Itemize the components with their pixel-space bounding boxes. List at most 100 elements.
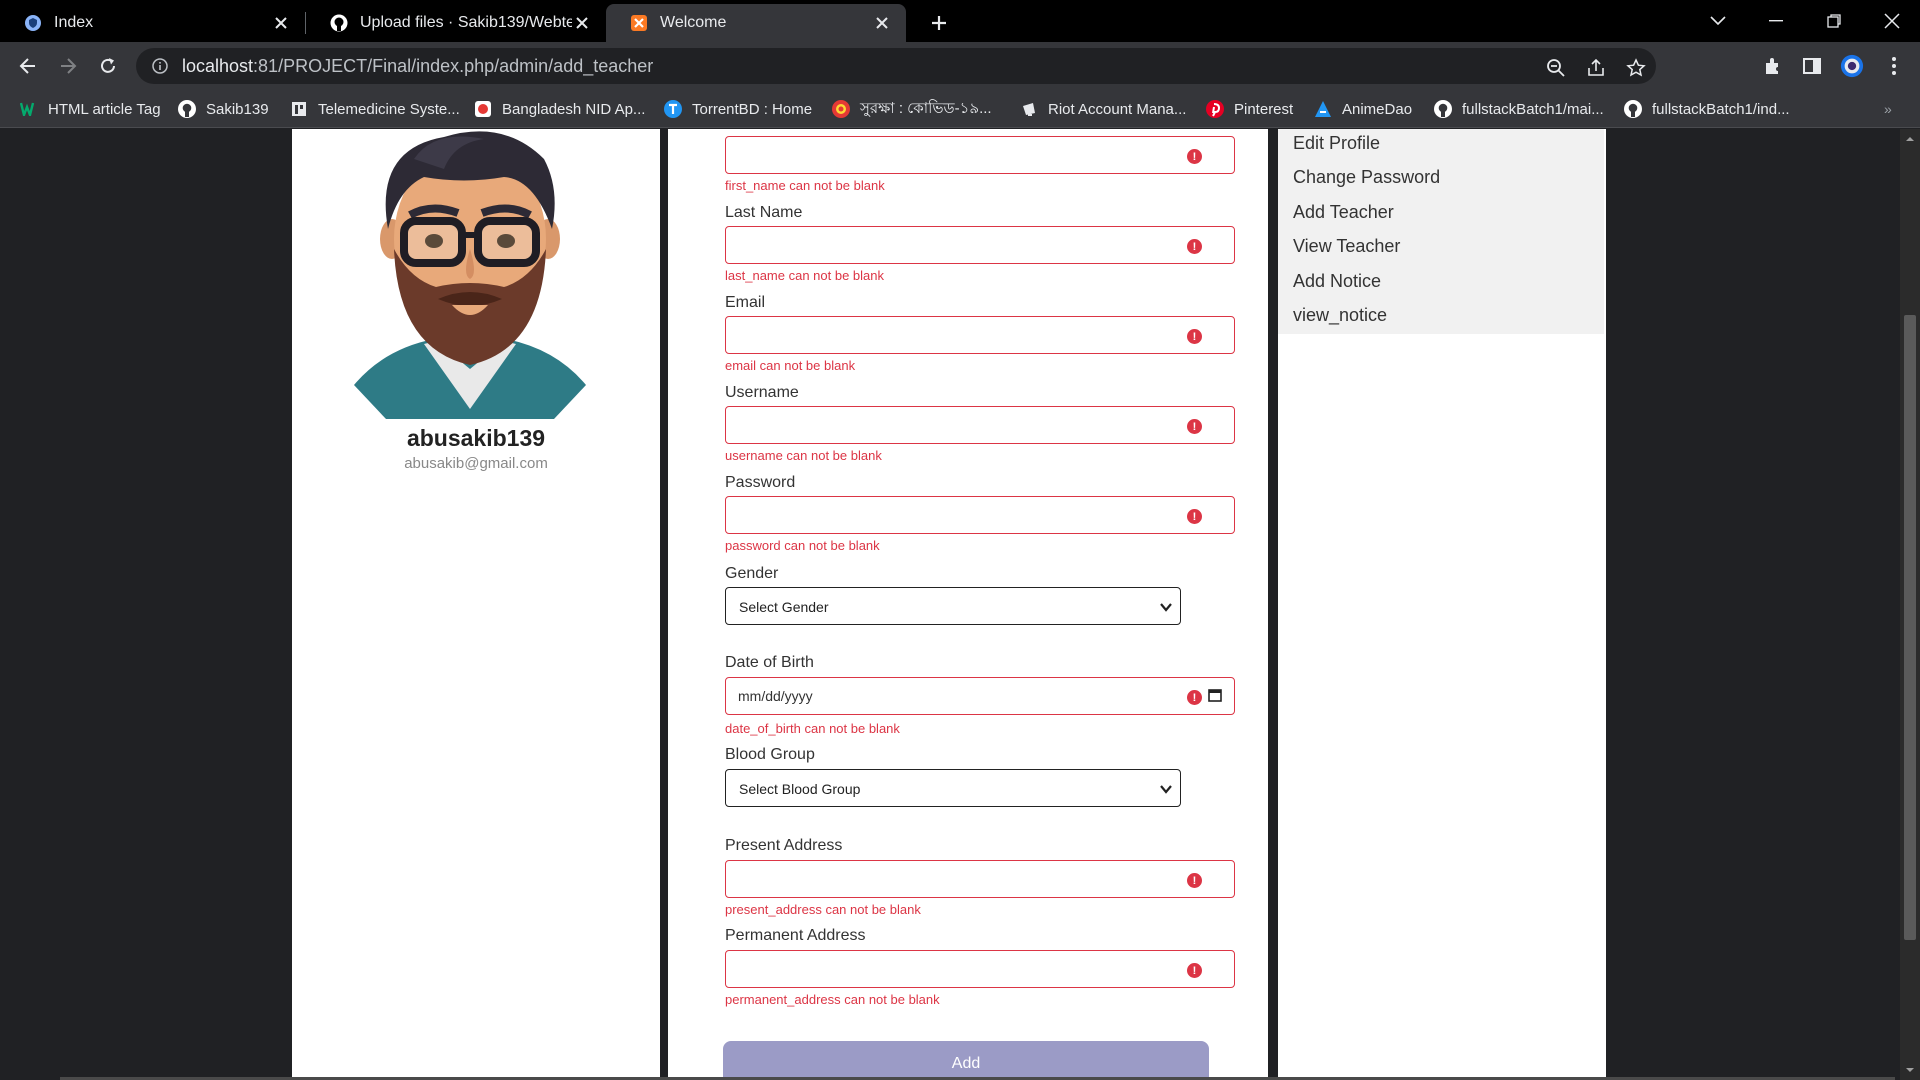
error-icon: !	[1187, 963, 1202, 978]
admin-menu: Edit Profile Change Password Add Teacher…	[1278, 129, 1606, 1080]
bookmark-label: Pinterest	[1234, 100, 1294, 118]
gender-label: Gender	[725, 565, 779, 582]
error-icon: !	[1187, 509, 1202, 524]
add-teacher-form: ! first_name can not be blank Last Name …	[668, 129, 1268, 1080]
profile-avatar-icon[interactable]	[1840, 54, 1864, 78]
pinterest-icon	[1206, 100, 1224, 118]
gender-select[interactable]: Select Gender	[725, 587, 1181, 625]
dob-placeholder: mm/dd/yyyy	[738, 688, 813, 704]
username-label: Username	[725, 384, 799, 401]
bookmark-sakib139[interactable]: Sakib139	[178, 98, 269, 120]
github-icon	[1624, 100, 1642, 118]
extensions-icon[interactable]	[1760, 54, 1784, 78]
minimize-icon	[1769, 20, 1783, 22]
shield-icon	[24, 14, 42, 32]
menu-item-view-teacher[interactable]: View Teacher	[1293, 236, 1400, 257]
dob-input[interactable]: mm/dd/yyyy !	[725, 677, 1235, 715]
address-bar[interactable]: localhost:81/PROJECT/Final/index.php/adm…	[136, 48, 1656, 84]
error-icon: !	[1187, 239, 1202, 254]
bookmark-pinterest[interactable]: Pinterest	[1206, 98, 1293, 120]
chevron-down-icon	[1160, 785, 1172, 794]
bookmark-riot-account[interactable]: Riot Account Mana...	[1020, 98, 1186, 120]
bookmark-fullstack-index[interactable]: fullstackBatch1/ind...	[1624, 98, 1790, 120]
bookmark-animedao[interactable]: AnimeDao	[1314, 98, 1412, 120]
share-icon[interactable]	[1584, 56, 1608, 80]
menu-list: Edit Profile Change Password Add Teacher…	[1278, 129, 1604, 334]
tab-welcome[interactable]: Welcome	[606, 4, 906, 42]
email-field[interactable]: !	[725, 316, 1235, 354]
menu-kebab-icon[interactable]	[1882, 54, 1906, 78]
torrent-icon	[664, 100, 682, 118]
profile-email: abusakib@gmail.com	[404, 455, 548, 472]
first-name-input[interactable]: !	[725, 136, 1235, 174]
gender-selected-value: Select Gender	[739, 599, 829, 615]
back-button[interactable]	[12, 50, 44, 82]
profile-name: abusakib139	[406, 425, 546, 451]
github-icon	[1434, 100, 1452, 118]
present-address-input[interactable]: !	[725, 860, 1235, 898]
menu-item-edit-profile[interactable]: Edit Profile	[1293, 133, 1380, 154]
bookmark-telemedicine[interactable]: Telemedicine Syste...	[290, 98, 460, 120]
last-name-error: last_name can not be blank	[725, 268, 884, 283]
bookmark-surokkha[interactable]: সুরক্ষা : কোভিড-১৯...	[832, 98, 992, 120]
close-icon[interactable]	[572, 13, 592, 33]
username-error: username can not be blank	[725, 448, 882, 463]
scrollbar-thumb[interactable]	[1904, 315, 1916, 940]
side-panel-icon[interactable]	[1800, 54, 1824, 78]
bookmark-label: Riot Account Mana...	[1048, 100, 1187, 118]
tab-title: Upload files · Sakib139/Webtech_	[360, 14, 572, 31]
calendar-icon[interactable]	[1208, 688, 1222, 702]
last-name-label: Last Name	[725, 204, 803, 221]
username-input[interactable]: !	[725, 406, 1235, 444]
permanent-address-input[interactable]: !	[725, 950, 1235, 988]
password-error: password can not be blank	[725, 538, 880, 553]
minimize-button[interactable]	[1748, 0, 1804, 42]
close-icon[interactable]	[271, 13, 291, 33]
bookmark-label: সুরক্ষা : কোভিড-১৯...	[860, 99, 992, 117]
avatar	[354, 131, 586, 419]
bookmarks-overflow-button[interactable]: »	[1884, 98, 1892, 120]
menu-item-view-notice[interactable]: view_notice	[1293, 305, 1387, 326]
scroll-up-icon	[1906, 137, 1914, 141]
bookmark-star-icon[interactable]	[1624, 56, 1648, 80]
zoom-icon[interactable]	[1544, 56, 1568, 80]
bookmark-label: HTML article Tag	[48, 100, 161, 118]
tab-index[interactable]: Index	[0, 4, 305, 42]
error-icon: !	[1187, 419, 1202, 434]
menu-item-change-password[interactable]: Change Password	[1293, 167, 1440, 188]
blood-group-select[interactable]: Select Blood Group	[725, 769, 1181, 807]
bookmark-html-article-tag[interactable]: HTML article Tag	[20, 98, 161, 120]
present-address-error: present_address can not be blank	[725, 902, 921, 917]
new-tab-button[interactable]	[924, 8, 954, 38]
permanent-address-error: permanent_address can not be blank	[725, 992, 940, 1007]
forward-button[interactable]	[52, 50, 84, 82]
reload-button[interactable]	[92, 50, 124, 82]
scroll-down-icon	[1906, 1068, 1914, 1072]
bookmark-torrentbd[interactable]: TorrentBD : Home	[664, 98, 812, 120]
info-icon[interactable]	[150, 56, 170, 76]
bookmark-label: TorrentBD : Home	[692, 100, 813, 118]
bookmark-label: Sakib139	[206, 100, 269, 118]
menu-item-add-notice[interactable]: Add Notice	[1293, 271, 1381, 292]
doc-icon	[290, 100, 308, 118]
close-icon[interactable]	[872, 13, 892, 33]
close-window-button[interactable]	[1864, 0, 1920, 42]
tab-upload-files[interactable]: Upload files · Sakib139/Webtech_	[306, 4, 606, 42]
tab-search-button[interactable]	[1690, 0, 1746, 42]
plus-icon	[932, 16, 946, 30]
password-label: Password	[725, 474, 796, 491]
error-icon: !	[1187, 873, 1202, 888]
vertical-scrollbar[interactable]	[1900, 129, 1920, 1080]
xampp-icon	[630, 14, 648, 32]
bookmark-bangladesh-nid[interactable]: Bangladesh NID Ap...	[474, 98, 645, 120]
last-name-input[interactable]: !	[725, 226, 1235, 264]
first-name-error: first_name can not be blank	[725, 178, 885, 193]
add-button[interactable]: Add	[723, 1041, 1209, 1080]
bookmark-fullstack-main[interactable]: fullstackBatch1/mai...	[1434, 98, 1604, 120]
error-icon: !	[1187, 690, 1202, 705]
tab-title: Index	[54, 14, 94, 31]
menu-item-add-teacher[interactable]: Add Teacher	[1293, 202, 1394, 223]
password-input[interactable]: !	[725, 496, 1235, 534]
page-content: abusakib139 abusakib@gmail.com ! first_n…	[0, 129, 1920, 1080]
restore-button[interactable]	[1806, 0, 1862, 42]
